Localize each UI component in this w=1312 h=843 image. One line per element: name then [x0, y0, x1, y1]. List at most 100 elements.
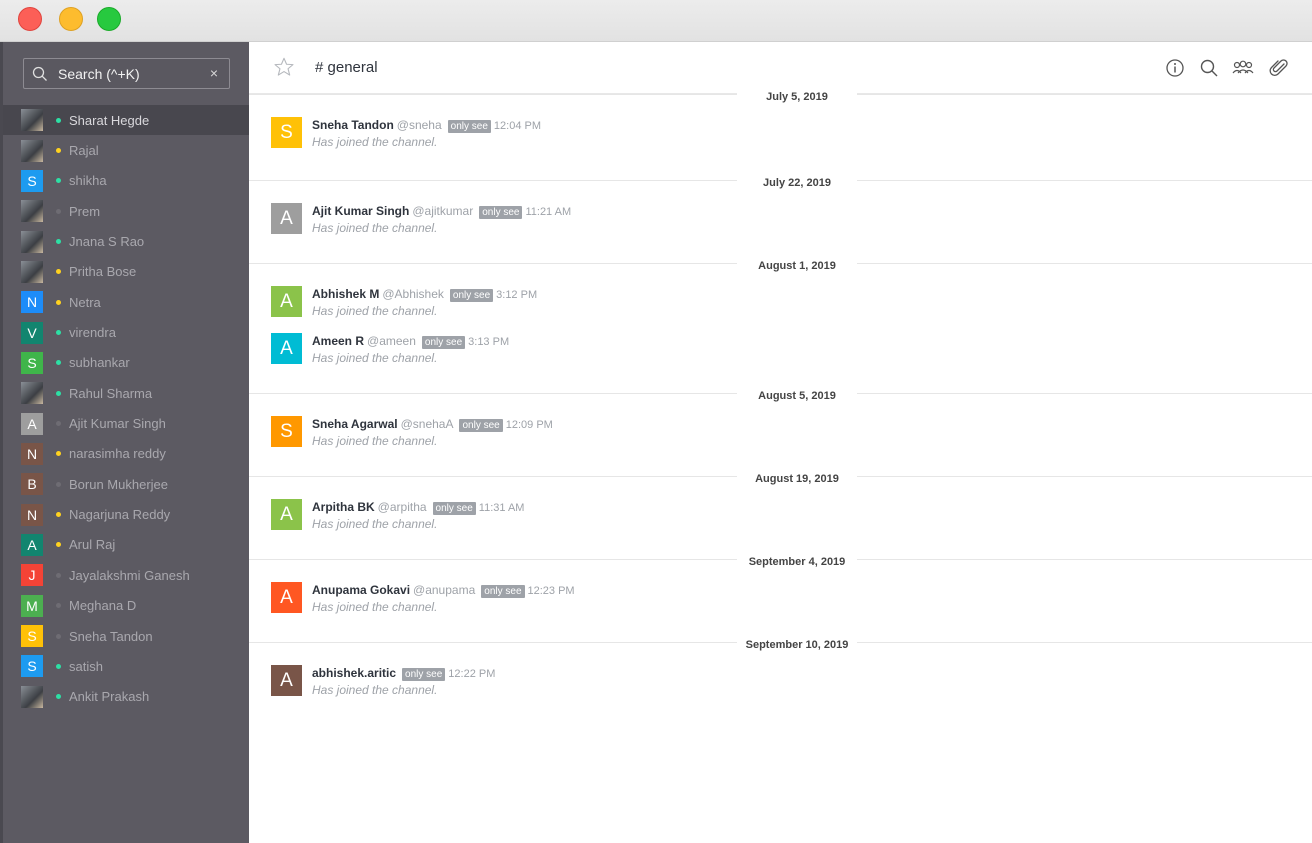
message-avatar[interactable]: S [271, 117, 302, 148]
status-indicator [56, 208, 61, 214]
message-handle: @anupama [413, 583, 476, 597]
message-avatar[interactable]: S [271, 416, 302, 447]
status-indicator [56, 330, 61, 336]
sidebar-user-item[interactable]: Rahul Sharma [3, 378, 249, 408]
user-name: Meghana D [69, 598, 137, 614]
message-author[interactable]: Sneha Agarwal [312, 417, 398, 431]
message-item[interactable]: A Ameen R @ameen only see 3:13 PM Has joined … [249, 325, 1312, 372]
message-item[interactable]: Aabhishek.aritic only see 12:22 PM Has join… [249, 657, 1312, 704]
close-window-button[interactable] [18, 7, 42, 31]
message-item[interactable]: S Sneha Agarwal @snehaA only see 12:09 PM Has… [249, 408, 1312, 455]
system-message-text: Has joined the channel. [312, 434, 438, 448]
sidebar-user-item[interactable]: B Borun Mukherjee [3, 469, 249, 499]
avatar: N [21, 503, 43, 526]
message-author[interactable]: Anupama Gokavi [312, 583, 410, 597]
sidebar-user-item[interactable]: A Arul Raj [3, 530, 249, 560]
message-handle: @Abhishek [382, 287, 444, 301]
day-group: September 4, 2019 A Anupama Gokavi @anupama… [249, 556, 1312, 642]
message-author[interactable]: Abhishek M [312, 287, 379, 301]
avatar: N [21, 442, 43, 465]
message-avatar[interactable]: A [271, 582, 302, 613]
sidebar-user-item[interactable]: A Ajit Kumar Singh [3, 408, 249, 438]
day-group: July 22, 2019 A Ajit Kumar Singh @ajitkumar… [249, 177, 1312, 263]
message-time: 11:21 AM [525, 206, 572, 218]
message-item[interactable]: S Sneha Tandon @sneha only see 12:04 PM Has j… [249, 109, 1312, 156]
channel-header: # general [249, 42, 1312, 94]
sidebar-user-item[interactable]: Vvirendra [3, 317, 249, 347]
status-indicator [56, 360, 61, 366]
message-item[interactable]: A Ajit Kumar Singh @ajitkumar only see 11:21… [249, 195, 1312, 242]
system-message-text: Has joined the channel. [312, 351, 438, 365]
message-handle: @ajitkumar [412, 204, 474, 218]
status-indicator [56, 178, 61, 184]
date-label: August 1, 2019 [737, 260, 857, 272]
message-author[interactable]: Ameen R [312, 334, 364, 348]
zoom-window-button[interactable] [97, 7, 121, 31]
sidebar-user-item[interactable]: Prem [3, 196, 249, 226]
avatar: S [21, 169, 43, 192]
message-author[interactable]: Arpitha BK [312, 500, 375, 514]
message-avatar[interactable]: A [271, 333, 302, 364]
status-indicator [56, 481, 61, 487]
avatar: M [21, 594, 43, 617]
message-item[interactable]: A Abhishek M @Abhishek only see 3:12 PM Has j… [249, 278, 1312, 325]
clear-search-icon[interactable]: × [210, 65, 218, 81]
user-name: Arul Raj [69, 537, 116, 553]
message-author[interactable]: abhishek.aritic [312, 666, 396, 680]
sidebar-user-item[interactable]: Sharat Hegde [3, 105, 249, 136]
user-name: Jayalakshmi Ganesh [69, 567, 190, 583]
only-see-badge: only see [481, 585, 525, 598]
date-label: September 4, 2019 [737, 556, 857, 568]
members-icon[interactable] [1232, 58, 1254, 78]
minimize-window-button[interactable] [59, 7, 83, 31]
sidebar-user-item[interactable]: Ssubhankar [3, 348, 249, 378]
user-list: Sharat Hegde Rajal Sshikha Prem Jnana S Rao P… [3, 105, 249, 712]
date-divider: August 5, 2019 [249, 390, 1312, 402]
only-see-badge: only see [421, 336, 466, 349]
search-input[interactable]: Search (^+K) × [23, 58, 230, 89]
attachment-icon[interactable] [1269, 58, 1289, 78]
message-avatar[interactable]: A [271, 286, 302, 317]
user-name: Sneha Tandon [69, 628, 153, 644]
sidebar-user-item[interactable]: N Nagarjuna Reddy [3, 499, 249, 529]
star-icon[interactable] [273, 56, 295, 78]
sidebar-user-item[interactable]: Ankit Prakash [3, 682, 249, 712]
message-item[interactable]: A Anupama Gokavi @anupama only see 12:23 PM H… [249, 574, 1312, 621]
message-avatar[interactable]: A [271, 499, 302, 530]
sidebar-user-item[interactable]: M Meghana D [3, 591, 249, 621]
info-icon[interactable] [1165, 58, 1185, 78]
message-header: Sneha Tandon @sneha only see 12:04 PM [312, 118, 541, 133]
status-indicator [56, 633, 61, 639]
sidebar-user-item[interactable]: N Netra [3, 287, 249, 317]
only-see-badge: only see [459, 419, 503, 432]
sidebar-user-item[interactable]: S Sneha Tandon [3, 621, 249, 651]
search-icon[interactable] [1199, 58, 1219, 78]
sidebar-user-item[interactable]: Nnarasimha reddy [3, 439, 249, 469]
status-indicator [56, 451, 61, 457]
avatar [21, 260, 43, 283]
sidebar-user-item[interactable]: Sshikha [3, 166, 249, 196]
avatar [21, 109, 43, 132]
day-group: September 10, 2019 Aabhishek.aritic only s… [249, 639, 1312, 732]
user-name: shikha [69, 173, 107, 189]
sidebar-user-item[interactable]: Rajal [3, 135, 249, 165]
user-name: Rajal [69, 143, 99, 159]
sidebar: Search (^+K) × Sharat Hegde Rajal Sshikha P… [0, 42, 249, 843]
message-avatar[interactable]: A [271, 203, 302, 234]
date-label: August 19, 2019 [737, 473, 857, 485]
system-message-text: Has joined the channel. [312, 135, 438, 149]
message-item[interactable]: A Arpitha BK @arpitha only see 11:31 AM Has j… [249, 491, 1312, 538]
avatar [21, 230, 43, 253]
sidebar-user-item[interactable]: Ssatish [3, 651, 249, 681]
sidebar-user-item[interactable]: J Jayalakshmi Ganesh [3, 560, 249, 590]
message-handle: @sneha [396, 118, 442, 132]
message-author[interactable]: Ajit Kumar Singh [312, 204, 409, 218]
message-handle: @arpitha [377, 500, 427, 514]
message-author[interactable]: Sneha Tandon [312, 118, 394, 132]
message-avatar[interactable]: A [271, 665, 302, 696]
sidebar-user-item[interactable]: Pritha Bose [3, 257, 249, 287]
message-header: abhishek.aritic only see 12:22 PM [312, 666, 495, 681]
avatar [21, 685, 43, 708]
sidebar-user-item[interactable]: Jnana S Rao [3, 226, 249, 256]
date-divider: September 10, 2019 [249, 639, 1312, 651]
